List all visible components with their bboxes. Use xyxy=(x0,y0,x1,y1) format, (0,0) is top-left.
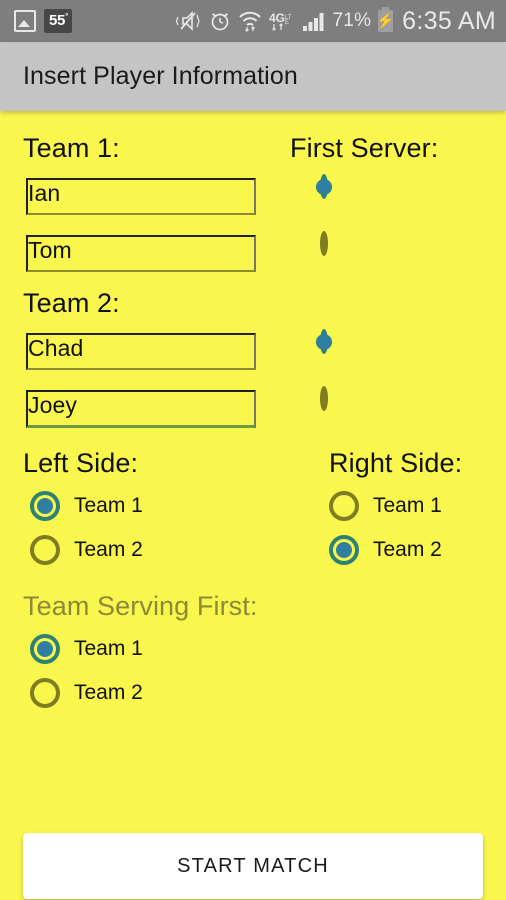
team-serving-first-option2-radio[interactable] xyxy=(30,678,60,708)
sides-option2-row: Team 2 Team 2 xyxy=(0,535,506,565)
degree-symbol: ° xyxy=(65,12,68,21)
sides-option1-row: Team 1 Team 1 xyxy=(0,491,506,521)
left-side-heading: Left Side: xyxy=(23,448,139,478)
svg-text:E: E xyxy=(285,20,289,26)
vibrate-mute-icon xyxy=(175,11,200,31)
team1-player1-input[interactable] xyxy=(26,178,256,215)
signal-bars-icon xyxy=(302,13,324,31)
first-server-heading: First Server: xyxy=(290,133,439,163)
left-side-option2-radio[interactable] xyxy=(30,535,60,565)
first-server-team1-option2-cell xyxy=(290,231,506,272)
team2-heading: Team 2: xyxy=(23,288,120,318)
first-server-team2-option1-cell xyxy=(290,329,506,370)
battery-percent-label: 71% xyxy=(332,10,372,31)
team-serving-first-option1-label: Team 1 xyxy=(74,637,143,660)
right-side-option1[interactable]: Team 1 xyxy=(329,491,506,521)
clock-label: 6:35 AM xyxy=(402,6,496,35)
app-screen: 55° 4G LT E 71% ⚡ 6:35 AM Insert Player … xyxy=(0,0,506,900)
left-side-option1-label: Team 1 xyxy=(74,494,143,517)
right-side-heading-cell: Right Side: xyxy=(253,448,506,479)
team2-header-spacer xyxy=(290,288,506,319)
team1-player2-cell xyxy=(0,235,290,272)
right-side-heading: Right Side: xyxy=(329,448,463,478)
svg-text:4G: 4G xyxy=(269,11,285,25)
team-serving-first-heading: Team Serving First: xyxy=(23,591,258,621)
photo-icon xyxy=(14,10,36,32)
status-bar-left: 55° xyxy=(14,9,72,33)
team-serving-first-header-row: Team Serving First: xyxy=(0,591,506,622)
team-serving-first-option1-row: Team 1 xyxy=(0,634,506,664)
team1-player1-cell xyxy=(0,178,290,215)
team2-heading-cell: Team 2: xyxy=(0,288,290,319)
battery-charging-icon xyxy=(378,7,394,32)
team-serving-first-option1[interactable]: Team 1 xyxy=(30,634,143,664)
team-serving-first-option2[interactable]: Team 2 xyxy=(30,678,143,708)
right-side-option2-cell: Team 2 xyxy=(253,535,506,565)
first-server-heading-cell: First Server: xyxy=(290,133,506,164)
right-side-option1-label: Team 1 xyxy=(373,494,442,517)
team1-heading: Team 1: xyxy=(23,133,120,163)
team2-player1-cell xyxy=(0,333,290,370)
temperature-badge: 55° xyxy=(44,9,72,33)
4g-lte-icon: 4G LT E xyxy=(269,11,291,31)
left-side-option1-radio[interactable] xyxy=(30,491,60,521)
right-side-option2-label: Team 2 xyxy=(373,538,442,561)
team1-player2-input[interactable] xyxy=(26,235,256,272)
team2-player2-row xyxy=(0,386,506,428)
team1-player2-row xyxy=(0,231,506,272)
first-server-team1-option1-radio[interactable] xyxy=(320,174,328,199)
app-bar: Insert Player Information xyxy=(0,42,506,111)
right-side-option2[interactable]: Team 2 xyxy=(329,535,506,565)
team-serving-first-option2-label: Team 2 xyxy=(74,681,143,704)
team-serving-first-option2-row: Team 2 xyxy=(0,678,506,708)
team1-header-row: Team 1: First Server: xyxy=(0,133,506,164)
team1-heading-cell: Team 1: xyxy=(0,133,290,164)
alarm-clock-icon xyxy=(211,13,228,31)
left-side-option1-cell: Team 1 xyxy=(0,491,253,521)
team2-player2-input[interactable] xyxy=(26,390,256,428)
left-side-option2-label: Team 2 xyxy=(74,538,143,561)
temperature-value: 55 xyxy=(49,12,66,29)
team2-header-row: Team 2: xyxy=(0,288,506,319)
status-bar-right: 4G LT E 71% 6:35 AM xyxy=(175,6,496,36)
right-side-option1-cell: Team 1 xyxy=(253,491,506,521)
first-server-team2-option1-radio[interactable] xyxy=(320,329,328,354)
status-bar: 55° 4G LT E 71% ⚡ 6:35 AM xyxy=(0,0,506,42)
sides-header-row: Left Side: Right Side: xyxy=(0,448,506,479)
right-side-option2-radio[interactable] xyxy=(329,535,359,565)
left-side-option2[interactable]: Team 2 xyxy=(30,535,253,565)
left-side-option2-cell: Team 2 xyxy=(0,535,253,565)
team2-player1-input[interactable] xyxy=(26,333,256,370)
first-server-team1-option2-radio[interactable] xyxy=(320,231,328,256)
team1-player1-row xyxy=(0,174,506,215)
team-serving-first-option1-radio[interactable] xyxy=(30,634,60,664)
page-title: Insert Player Information xyxy=(23,62,298,90)
first-server-team2-option2-cell xyxy=(290,386,506,428)
first-server-team1-option1-cell xyxy=(290,174,506,215)
wifi-icon xyxy=(238,11,261,32)
first-server-team2-option2-radio[interactable] xyxy=(320,386,328,411)
left-side-option1[interactable]: Team 1 xyxy=(30,491,253,521)
right-side-option1-radio[interactable] xyxy=(329,491,359,521)
left-side-heading-cell: Left Side: xyxy=(0,448,253,479)
team2-player2-cell xyxy=(0,390,290,428)
form-content: Team 1: First Server: Ian Tom Team 2: Ch… xyxy=(0,133,506,900)
team2-player1-row xyxy=(0,329,506,370)
start-match-button[interactable]: START MATCH xyxy=(23,833,483,899)
